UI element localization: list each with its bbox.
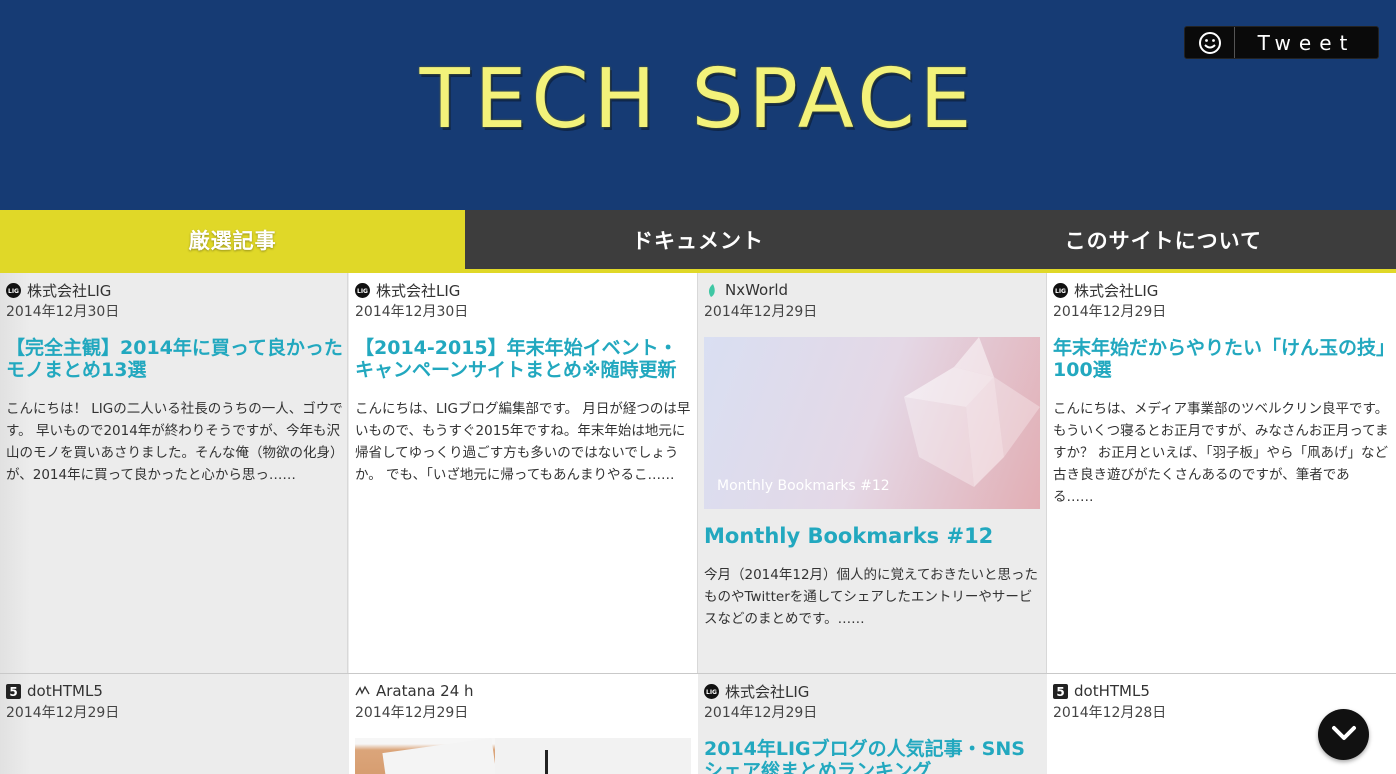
article-card[interactable]: Aratana 24 h 2014年12月29日 — [349, 674, 698, 774]
lig-icon: LIG — [704, 683, 719, 699]
source-name[interactable]: 株式会社LIG — [725, 681, 809, 702]
tweet-label: Tweet — [1257, 30, 1356, 55]
desk-photo-image — [382, 738, 691, 774]
svg-text:5: 5 — [1056, 685, 1064, 699]
source-name[interactable]: 株式会社LIG — [1074, 280, 1158, 301]
article-source: LIG 株式会社LIG — [355, 280, 692, 301]
lig-icon: LIG — [6, 282, 21, 298]
source-name[interactable]: 株式会社LIG — [27, 280, 111, 301]
svg-text:LIG: LIG — [706, 689, 717, 696]
source-name[interactable]: 株式会社LIG — [376, 280, 460, 301]
article-source: LIG 株式会社LIG — [6, 280, 343, 301]
article-source: 5 dotHTML5 — [1053, 682, 1390, 700]
article-thumbnail[interactable] — [355, 738, 691, 774]
html5-icon: 5 — [6, 683, 21, 699]
article-title[interactable]: 年末年始だからやりたい「けん玉の技」100選 — [1053, 337, 1390, 381]
article-card[interactable]: LIG 株式会社LIG 2014年12月30日 【2014-2015】年末年始イ… — [349, 273, 698, 673]
svg-text:LIG: LIG — [1055, 288, 1066, 295]
tab-documents[interactable]: ドキュメント — [465, 210, 930, 269]
article-title[interactable]: 2014年LIGブログの人気記事・SNSシェア総まとめランキング — [704, 738, 1041, 774]
lig-icon: LIG — [1053, 282, 1068, 298]
article-excerpt: こんにちは、LIGブログ編集部です。 月日が経つのは早いもので、もうすぐ2015… — [355, 401, 691, 483]
article-source: LIG 株式会社LIG — [704, 681, 1041, 702]
article-excerpt: こんにちは！ LIGの二人いる社長のうちの一人、ゴウです。 早いもので2014年… — [6, 401, 343, 483]
article-date: 2014年12月29日 — [1053, 304, 1167, 320]
svg-text:LIG: LIG — [357, 288, 368, 295]
article-date: 2014年12月29日 — [355, 705, 469, 721]
article-date: 2014年12月30日 — [6, 304, 120, 320]
source-name[interactable]: NxWorld — [725, 281, 788, 299]
svg-text:5: 5 — [9, 685, 17, 699]
scroll-down-button[interactable] — [1318, 709, 1369, 760]
tab-featured[interactable]: 厳選記事 — [0, 210, 466, 269]
source-name[interactable]: dotHTML5 — [1074, 682, 1150, 700]
article-date: 2014年12月29日 — [704, 705, 818, 721]
column-divider — [1046, 273, 1047, 673]
article-source: 5 dotHTML5 — [6, 682, 343, 700]
smile-icon — [1185, 27, 1235, 58]
svg-text:LIG: LIG — [8, 288, 19, 295]
tweet-button[interactable]: Tweet — [1184, 26, 1379, 59]
article-card[interactable]: LIG 株式会社LIG 2014年12月30日 【完全主観】2014年に買って良… — [0, 273, 349, 673]
chevron-down-icon — [1331, 725, 1357, 745]
tab-about[interactable]: このサイトについて — [931, 210, 1396, 269]
article-title[interactable]: 【2014-2015】年末年始イベント・キャンペーンサイトまとめ※随時更新 — [355, 337, 692, 381]
article-excerpt: こんにちは、メディア事業部のツベルクリン良平です。 もういくつ寝るとお正月ですが… — [1053, 401, 1389, 505]
site-logo[interactable]: TECH SPACE — [0, 52, 1396, 147]
source-name[interactable]: Aratana 24 h — [376, 682, 474, 700]
article-excerpt: 今月（2014年12月）個人的に覚えておきたいと思ったものやTwitterを通し… — [704, 567, 1038, 627]
column-divider — [347, 273, 348, 673]
article-card[interactable]: LIG 株式会社LIG 2014年12月29日 年末年始だからやりたい「けん玉の… — [1047, 273, 1396, 673]
article-source: NxWorld — [704, 281, 1041, 299]
thumbnail-caption: Monthly Bookmarks #12 — [717, 478, 890, 494]
lig-icon: LIG — [355, 282, 370, 298]
article-thumbnail[interactable]: Monthly Bookmarks #12 — [704, 337, 1040, 509]
source-name[interactable]: dotHTML5 — [27, 682, 103, 700]
article-source: LIG 株式会社LIG — [1053, 280, 1390, 301]
main-nav: 厳選記事 ドキュメント このサイトについて — [0, 210, 1396, 273]
article-title[interactable]: Monthly Bookmarks #12 — [704, 525, 1041, 547]
nxworld-icon — [704, 283, 719, 298]
article-card[interactable]: 5 dotHTML5 2014年12月29日 — [0, 674, 349, 774]
html5-icon: 5 — [1053, 683, 1068, 699]
aratana-icon — [355, 684, 370, 699]
article-source: Aratana 24 h — [355, 682, 692, 700]
article-card[interactable]: NxWorld 2014年12月29日 Monthly Bookmarks #1… — [698, 273, 1047, 673]
site-header: TECH SPACE Tweet — [0, 0, 1396, 210]
article-card[interactable]: LIG 株式会社LIG 2014年12月29日 2014年LIGブログの人気記事… — [698, 674, 1047, 774]
article-date: 2014年12月30日 — [355, 304, 469, 320]
column-divider — [697, 273, 698, 673]
article-date: 2014年12月29日 — [704, 304, 818, 320]
article-date: 2014年12月29日 — [6, 705, 120, 721]
article-title[interactable]: 【完全主観】2014年に買って良かったモノまとめ13選 — [6, 337, 343, 381]
